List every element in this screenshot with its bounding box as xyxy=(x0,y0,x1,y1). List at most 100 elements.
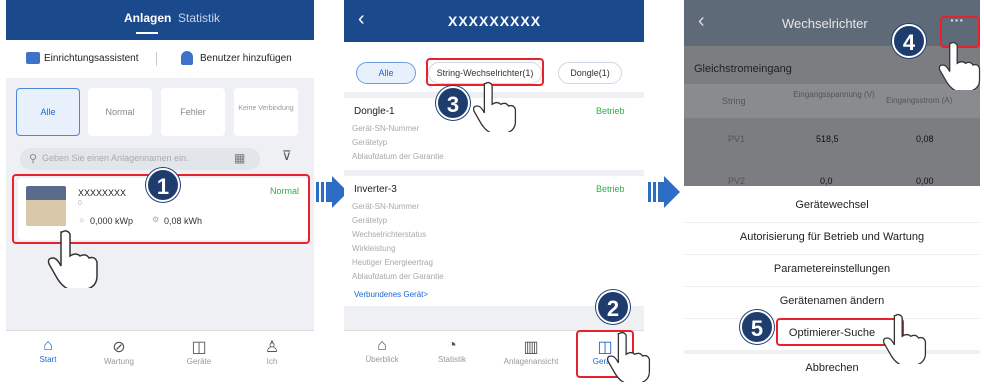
menu-device-replace[interactable]: Gerätewechsel xyxy=(684,199,980,211)
nav-ich[interactable]: ♙ Ich xyxy=(252,337,292,366)
tab-dongle-label: Dongle(1) xyxy=(570,68,610,78)
device-name: Dongle-1 xyxy=(354,106,395,117)
grid-icon[interactable]: ▦ xyxy=(234,151,245,165)
device-card-inverter[interactable]: Inverter-3 Betrieb Gerät-SN-Nummer Gerät… xyxy=(344,176,644,306)
nav-wartung-label: Wartung xyxy=(104,357,134,366)
device-status: Betrieb xyxy=(596,106,625,116)
app-header: Anlagen Statistik xyxy=(6,0,314,40)
inverter-title: Wechselrichter xyxy=(782,16,868,31)
wrench-icon: ⊘ xyxy=(112,339,126,356)
step-badge-2: 2 xyxy=(596,290,630,324)
cell-string: PV1 xyxy=(728,134,746,144)
cell-string: PV2 xyxy=(728,176,746,186)
filter-normal[interactable]: Normal xyxy=(88,88,152,136)
filter-funnel-icon[interactable]: ⊽ xyxy=(282,148,292,164)
filter-offline-label: Keine Verbindung xyxy=(238,105,294,112)
field-label: Gerätetyp xyxy=(352,216,388,225)
tab-alle-label: Alle xyxy=(378,68,394,78)
table-row: PV1 518,5 0,08 xyxy=(684,130,980,150)
panel-device-list: ‹ XXXXXXXXX Alle String-Wechselrichter(1… xyxy=(344,0,644,385)
tab-statistik[interactable]: Statistik xyxy=(178,11,220,25)
filter-normal-label: Normal xyxy=(105,107,135,117)
search-icon: ⚲ xyxy=(29,153,38,165)
divider xyxy=(684,254,980,255)
nav-anlagenansicht-label: Anlagenansicht xyxy=(503,357,559,366)
add-user-icon xyxy=(181,51,193,65)
nav-ueberblick[interactable]: ⌂ Überblick xyxy=(360,337,404,364)
pointing-hand-icon xyxy=(606,331,651,382)
pie-chart-icon: ◔ xyxy=(447,337,457,354)
section-title: Gleichstromeingang xyxy=(694,63,792,75)
field-label: Wirkleistung xyxy=(352,244,396,253)
col-voltage: Eingangsspannung (V) xyxy=(793,90,875,99)
step-badge-5: 5 xyxy=(740,310,774,344)
back-icon[interactable]: ‹ xyxy=(698,10,705,33)
connected-device-link[interactable]: Verbundenes Gerät> xyxy=(354,290,428,299)
filter-alle[interactable]: Alle xyxy=(16,88,80,136)
menu-authorization[interactable]: Autorisierung für Betrieb und Wartung xyxy=(684,231,980,243)
wizard-button[interactable]: Einrichtungsassistent xyxy=(44,53,139,64)
step-badge-1: 1 xyxy=(146,168,180,202)
plant-title: XXXXXXXXX xyxy=(448,13,542,29)
layout-icon: ▥ xyxy=(523,339,539,356)
nav-wartung[interactable]: ⊘ Wartung xyxy=(94,337,144,366)
menu-parameters[interactable]: Parametereinstellungen xyxy=(684,263,980,275)
filter-fehler-label: Fehler xyxy=(180,107,206,117)
tab-alle[interactable]: Alle xyxy=(356,62,416,84)
device-status: Betrieb xyxy=(596,184,625,194)
nav-ueberblick-label: Überblick xyxy=(365,355,399,364)
divider xyxy=(684,222,980,223)
device-name: Inverter-3 xyxy=(354,184,397,195)
field-label: Wechselrichterstatus xyxy=(352,230,427,239)
table-row: PV2 0,0 0,00 xyxy=(684,170,980,186)
bottom-nav: ⌂ Start ⊘ Wartung ◫ Geräte ♙ Ich xyxy=(6,330,314,385)
filter-alle-label: Alle xyxy=(40,107,56,117)
tab-underline xyxy=(136,32,158,34)
device-header: ‹ XXXXXXXXX xyxy=(344,0,644,42)
device-icon: ◫ xyxy=(191,339,207,356)
search-placeholder: Geben Sie einen Anlagennamen ein. xyxy=(42,153,189,163)
home-icon: ⌂ xyxy=(43,337,53,354)
nav-ich-label: Ich xyxy=(266,357,278,366)
nav-geraete-label: Geräte xyxy=(186,357,212,366)
field-label: Ablaufdatum der Garantie xyxy=(352,272,444,281)
menu-rename[interactable]: Gerätenamen ändern xyxy=(684,295,980,307)
field-label: Gerätetyp xyxy=(352,138,388,147)
field-label: Gerät-SN-Nummer xyxy=(352,202,420,211)
user-icon: ♙ xyxy=(264,339,280,356)
search-input[interactable]: ⚲ Geben Sie einen Anlagennamen ein. ▦ xyxy=(20,148,260,170)
field-label: Heutiger Energieertrag xyxy=(352,258,433,267)
filter-offline[interactable]: Keine Verbindung xyxy=(234,88,298,136)
pointing-hand-icon xyxy=(882,313,927,364)
pointing-hand-icon xyxy=(472,81,517,132)
cell-voltage: 0,0 xyxy=(820,176,833,186)
pointing-hand-icon xyxy=(47,230,98,288)
divider xyxy=(156,52,157,66)
nav-statistik[interactable]: ◔ Statistik xyxy=(430,337,474,364)
menu-cancel[interactable]: Abbrechen xyxy=(684,362,980,374)
action-sheet: Gerätewechsel Autorisierung für Betrieb … xyxy=(684,186,980,385)
nav-geraete[interactable]: ◫ Geräte xyxy=(174,337,224,366)
col-current: Eingangsstrom (A) xyxy=(886,96,953,105)
cell-current: 0,08 xyxy=(916,134,934,144)
tab-anlagen[interactable]: Anlagen xyxy=(124,11,171,25)
pointing-hand-icon xyxy=(938,41,981,90)
field-label: Ablaufdatum der Garantie xyxy=(352,152,444,161)
field-label: Gerät-SN-Nummer xyxy=(352,124,420,133)
wizard-icon xyxy=(26,52,40,64)
divider xyxy=(684,286,980,287)
add-user-button[interactable]: Benutzer hinzufügen xyxy=(200,53,292,64)
filter-fehler[interactable]: Fehler xyxy=(161,88,225,136)
home-icon: ⌂ xyxy=(377,337,387,354)
nav-start-label: Start xyxy=(39,355,57,364)
step-badge-3: 3 xyxy=(436,86,470,120)
nav-anlagenansicht[interactable]: ▥ Anlagenansicht xyxy=(496,337,566,366)
step-badge-4: 4 xyxy=(892,24,926,58)
cell-voltage: 518,5 xyxy=(816,134,839,144)
col-string: String xyxy=(722,96,746,106)
back-icon[interactable]: ‹ xyxy=(358,8,365,31)
nav-start[interactable]: ⌂ Start xyxy=(28,337,68,364)
nav-statistik-label: Statistik xyxy=(437,355,466,364)
next-arrow-icon xyxy=(648,176,680,208)
tab-dongle[interactable]: Dongle(1) xyxy=(558,62,622,84)
